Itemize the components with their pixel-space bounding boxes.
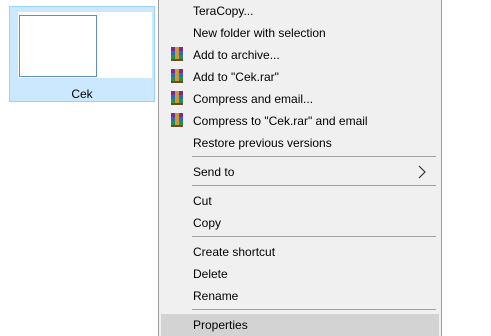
menu-item-add-to-cek-rar[interactable]: Add to "Cek.rar" bbox=[161, 66, 439, 88]
menu-item-new-folder-with-selection[interactable]: New folder with selection bbox=[161, 22, 439, 44]
menu-item-create-shortcut[interactable]: Create shortcut bbox=[161, 241, 439, 263]
chevron-right-icon bbox=[417, 165, 427, 179]
winrar-icon bbox=[169, 46, 185, 62]
menu-item-add-to-archive[interactable]: Add to archive... bbox=[161, 44, 439, 66]
menu-item-label: Add to archive... bbox=[193, 48, 280, 62]
menu-separator bbox=[192, 309, 436, 310]
menu-item-rename[interactable]: Rename bbox=[161, 285, 439, 307]
menu-item-label: Create shortcut bbox=[193, 245, 276, 259]
winrar-icon bbox=[169, 90, 185, 106]
menu-item-label: Copy bbox=[193, 216, 222, 230]
file-item-cek[interactable]: Cek bbox=[9, 6, 155, 102]
menu-item-label: Compress to "Cek.rar" and email bbox=[193, 114, 368, 128]
desktop: Cek TeraCopy... New folder with selectio… bbox=[0, 0, 491, 336]
menu-item-copy[interactable]: Copy bbox=[161, 212, 439, 234]
file-thumbnail bbox=[19, 15, 97, 77]
menu-item-label: Add to "Cek.rar" bbox=[193, 70, 279, 84]
menu-item-send-to[interactable]: Send to bbox=[161, 161, 439, 183]
menu-item-label: Delete bbox=[193, 267, 228, 281]
menu-item-label: New folder with selection bbox=[193, 26, 326, 40]
menu-separator bbox=[192, 236, 436, 237]
menu-item-teracopy[interactable]: TeraCopy... bbox=[161, 0, 439, 22]
menu-item-compress-to-cek-rar-and-email[interactable]: Compress to "Cek.rar" and email bbox=[161, 110, 439, 132]
menu-item-restore-previous-versions[interactable]: Restore previous versions bbox=[161, 132, 439, 154]
menu-item-label: Restore previous versions bbox=[193, 136, 332, 150]
context-menu: TeraCopy... New folder with selection Ad… bbox=[158, 0, 442, 336]
menu-item-compress-and-email[interactable]: Compress and email... bbox=[161, 88, 439, 110]
winrar-icon bbox=[169, 68, 185, 84]
menu-item-properties[interactable]: Properties bbox=[161, 314, 439, 336]
menu-separator bbox=[192, 185, 436, 186]
menu-item-label: Compress and email... bbox=[193, 92, 314, 106]
menu-item-label: Rename bbox=[193, 289, 239, 303]
menu-item-label: Send to bbox=[193, 165, 235, 179]
menu-item-label: Cut bbox=[193, 194, 212, 208]
menu-item-label: TeraCopy... bbox=[193, 4, 254, 18]
menu-separator bbox=[192, 156, 436, 157]
file-name-label: Cek bbox=[71, 87, 93, 101]
winrar-icon bbox=[169, 112, 185, 128]
menu-item-delete[interactable]: Delete bbox=[161, 263, 439, 285]
menu-item-label: Properties bbox=[193, 318, 248, 332]
menu-item-cut[interactable]: Cut bbox=[161, 190, 439, 212]
